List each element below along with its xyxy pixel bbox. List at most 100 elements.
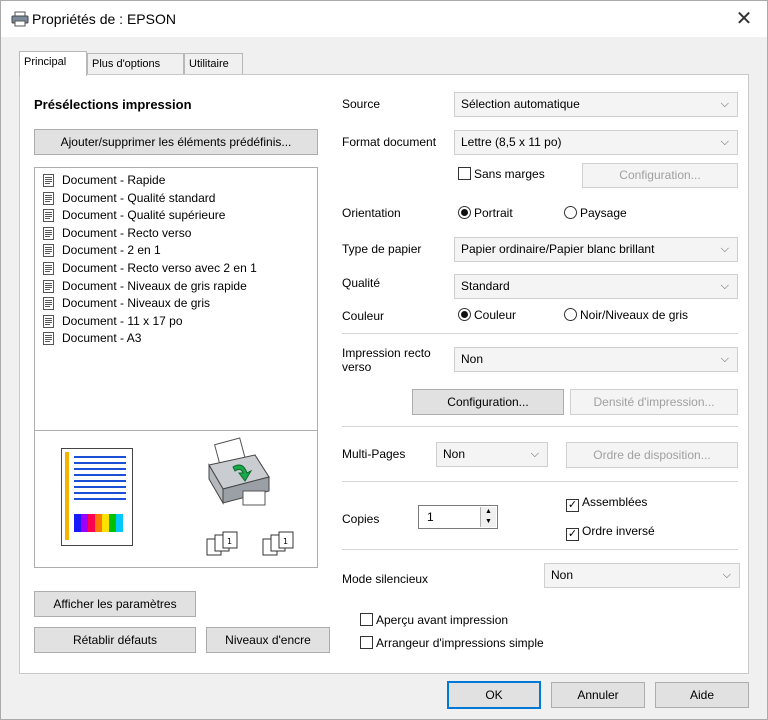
portrait-label: Portrait <box>474 206 513 220</box>
preset-label: Document - 2 en 1 <box>62 243 161 258</box>
chevron-down-icon: ⌵ <box>722 569 731 581</box>
preset-label: Document - Recto verso avec 2 en 1 <box>62 260 257 275</box>
radio-button[interactable] <box>564 308 577 321</box>
close-button[interactable]: ✕ <box>721 1 767 37</box>
chevron-down-icon: ⌵ <box>530 448 539 460</box>
document-preset-icon <box>42 297 55 311</box>
preset-list-item[interactable]: Document - Niveaux de gris rapide <box>35 278 317 296</box>
preset-list-item[interactable]: Document - Niveaux de gris <box>35 295 317 313</box>
page-preview-icon <box>61 448 133 546</box>
ok-button[interactable]: OK <box>447 681 541 709</box>
color-radio[interactable]: Couleur <box>458 308 516 322</box>
radio-button[interactable] <box>564 206 577 219</box>
checkbox-box[interactable] <box>458 167 471 180</box>
copies-label: Copies <box>342 512 380 526</box>
layout-order-button[interactable]: Ordre de disposition... <box>566 442 738 468</box>
duplex-label: Impression recto verso <box>342 346 431 374</box>
preset-list-item[interactable]: Document - Recto verso avec 2 en 1 <box>35 260 317 278</box>
document-preset-icon <box>42 174 55 187</box>
format-select[interactable]: Lettre (8,5 x 11 po) ⌵ <box>454 130 738 155</box>
preset-list-item[interactable]: Document - 11 x 17 po <box>35 313 317 331</box>
preset-list[interactable]: Document - Rapide Document - Qualité stan… <box>34 167 318 433</box>
quiet-mode-value: Non <box>551 568 574 582</box>
cancel-button[interactable]: Annuler <box>551 682 645 708</box>
duplex-config-button[interactable]: Configuration... <box>412 389 564 415</box>
chevron-down-icon: ⌵ <box>720 98 729 110</box>
tab-principal[interactable]: Principal <box>19 51 87 76</box>
pages-stack-reverse-icon: 1 <box>262 531 294 556</box>
title-bar: Propriétés de : EPSON ✕ <box>1 1 767 37</box>
duplex-printer-icon <box>208 437 270 506</box>
checkbox-box[interactable]: ✓ <box>566 528 579 541</box>
document-preset-icon <box>42 209 55 223</box>
quality-select[interactable]: Standard ⌵ <box>454 274 738 299</box>
borderless-checkbox[interactable]: Sans marges <box>458 167 545 181</box>
document-preset-icon <box>42 279 55 293</box>
multipage-select[interactable]: Non ⌵ <box>436 442 548 467</box>
preset-list-item[interactable]: Document - Rapide <box>35 172 317 190</box>
copies-spinner[interactable]: 1 ▲ ▼ <box>418 505 498 529</box>
tab-utilitaire[interactable]: Utilitaire <box>184 53 243 75</box>
preset-label: Document - Qualité standard <box>62 190 216 205</box>
grayscale-radio[interactable]: Noir/Niveaux de gris <box>564 308 688 322</box>
preset-label: Document - A3 <box>62 331 142 346</box>
source-value: Sélection automatique <box>461 97 580 111</box>
source-select[interactable]: Sélection automatique ⌵ <box>454 92 738 117</box>
source-label: Source <box>342 97 381 111</box>
separator <box>342 549 738 550</box>
printer-icon <box>11 11 29 27</box>
portrait-radio[interactable]: Portrait <box>458 206 513 220</box>
add-remove-presets-button[interactable]: Ajouter/supprimer les éléments prédéfini… <box>34 129 318 155</box>
duplex-select[interactable]: Non ⌵ <box>454 347 738 372</box>
borderless-config-button[interactable]: Configuration... <box>582 163 738 188</box>
collate-checkbox[interactable]: ✓ Assemblées <box>566 495 647 512</box>
preset-list-item[interactable]: Document - Qualité standard <box>35 190 317 208</box>
tab-plus-options[interactable]: Plus d'options <box>87 53 184 75</box>
quiet-mode-label: Mode silencieux <box>342 572 429 586</box>
quiet-mode-select[interactable]: Non ⌵ <box>544 563 740 588</box>
radio-button[interactable] <box>458 206 471 219</box>
print-preview-checkbox[interactable]: Aperçu avant impression <box>360 613 508 627</box>
simple-arranger-checkbox[interactable]: Arrangeur d'impressions simple <box>360 636 544 650</box>
landscape-radio[interactable]: Paysage <box>564 206 627 220</box>
format-label: Format document <box>342 135 437 149</box>
window-title: Propriétés de : EPSON <box>32 11 176 27</box>
preset-list-item[interactable]: Document - 2 en 1 <box>35 242 317 260</box>
show-settings-button[interactable]: Afficher les paramètres <box>34 591 196 617</box>
duplex-value: Non <box>461 352 484 366</box>
spinner-arrows-icon[interactable]: ▲ ▼ <box>480 507 496 527</box>
reverse-order-checkbox[interactable]: ✓ Ordre inversé <box>566 524 655 541</box>
format-value: Lettre (8,5 x 11 po) <box>461 135 562 149</box>
svg-text:1: 1 <box>283 537 288 546</box>
chevron-down-icon: ⌵ <box>720 243 729 255</box>
document-preset-icon <box>42 314 55 328</box>
ink-levels-button[interactable]: Niveaux d'encre <box>206 627 330 653</box>
simple-arranger-label: Arrangeur d'impressions simple <box>376 636 544 650</box>
preset-label: Document - Rapide <box>62 173 166 187</box>
grayscale-option-label: Noir/Niveaux de gris <box>580 308 689 322</box>
preset-label: Document - Niveaux de gris <box>62 296 211 311</box>
multipage-label: Multi-Pages <box>342 447 406 461</box>
separator <box>342 333 738 334</box>
preset-label: Document - Qualité supérieure <box>62 208 226 223</box>
document-preset-icon <box>42 332 55 346</box>
copies-input[interactable]: 1 <box>427 510 434 524</box>
preset-list-item[interactable]: Document - A3 <box>35 330 317 348</box>
document-preset-icon <box>42 261 55 275</box>
radio-button[interactable] <box>458 308 471 321</box>
orientation-label: Orientation <box>342 206 401 220</box>
document-preset-icon <box>42 191 55 205</box>
checkbox-box[interactable]: ✓ <box>566 499 579 512</box>
preset-list-item[interactable]: Document - Recto verso <box>35 225 317 243</box>
chevron-down-icon: ⌵ <box>720 280 729 292</box>
document-preset-icon <box>42 244 55 258</box>
checkbox-box[interactable] <box>360 613 373 626</box>
document-preset-icon <box>42 226 55 240</box>
quality-label: Qualité <box>342 276 381 290</box>
paper-type-select[interactable]: Papier ordinaire/Papier blanc brillant ⌵ <box>454 237 738 262</box>
print-density-button[interactable]: Densité d'impression... <box>570 389 738 415</box>
checkbox-box[interactable] <box>360 636 373 649</box>
help-button[interactable]: Aide <box>655 682 749 708</box>
preset-list-item[interactable]: Document - Qualité supérieure <box>35 207 317 225</box>
reset-defaults-button[interactable]: Rétablir défauts <box>34 627 196 653</box>
